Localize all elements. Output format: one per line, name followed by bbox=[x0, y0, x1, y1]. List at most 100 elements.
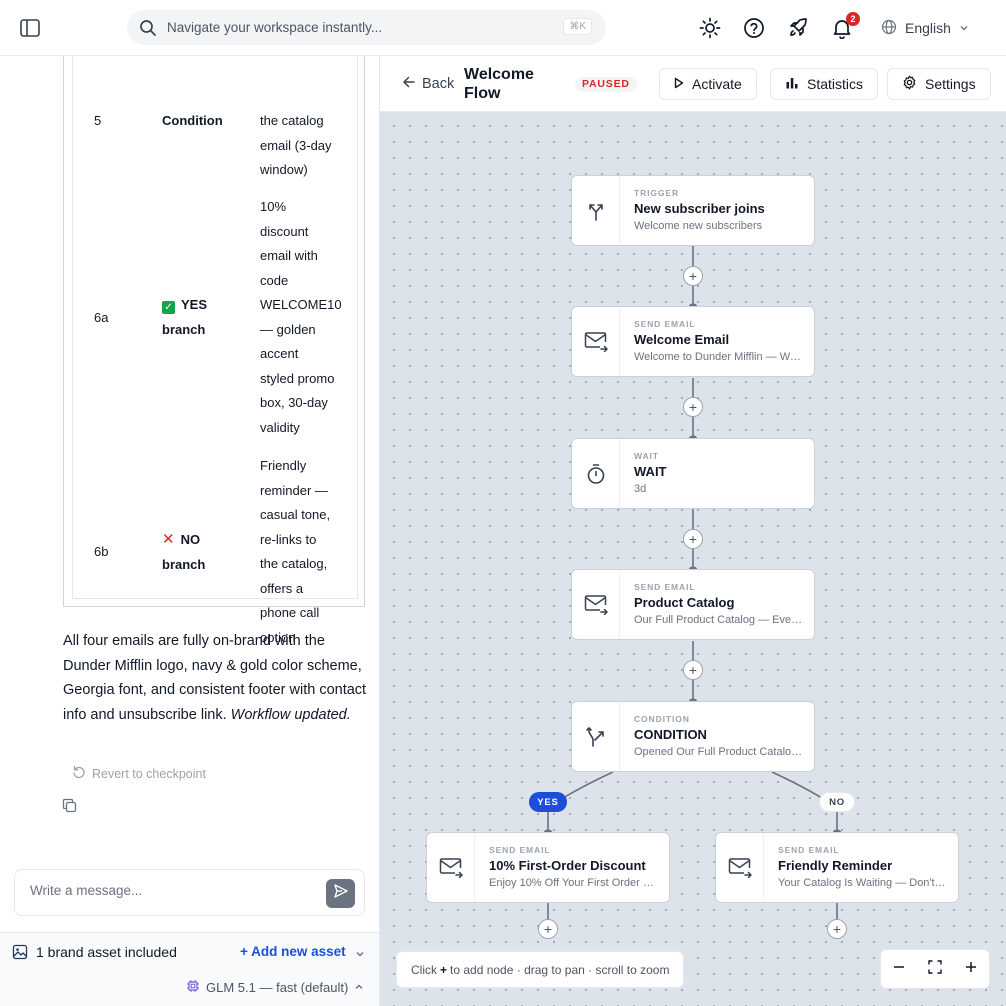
add-node-button[interactable]: + bbox=[683, 397, 703, 417]
flow-node-send-email[interactable]: SEND EMAIL Product Catalog Our Full Prod… bbox=[571, 569, 815, 640]
desc-line: window) bbox=[260, 162, 308, 177]
node-subtitle: 3d bbox=[634, 483, 647, 495]
settings-label: Settings bbox=[925, 76, 976, 92]
add-node-button[interactable]: + bbox=[683, 529, 703, 549]
revert-checkpoint-button[interactable]: Revert to checkpoint bbox=[72, 765, 206, 782]
play-icon bbox=[674, 76, 684, 92]
bar-chart-icon bbox=[785, 76, 799, 93]
settings-button[interactable]: Settings bbox=[887, 68, 991, 100]
check-mark-icon: ✓ bbox=[162, 301, 175, 314]
condition-line: YES bbox=[181, 297, 208, 312]
workflow-table-card: 5 Condition the catalog email (3-day win… bbox=[63, 56, 365, 645]
desc-line: code bbox=[260, 272, 289, 288]
top-bar: Navigate your workspace instantly... ⌘K … bbox=[0, 0, 1006, 56]
node-subtitle: Welcome new subscribers bbox=[634, 220, 763, 232]
node-type: WAIT bbox=[634, 451, 659, 461]
add-node-button[interactable]: + bbox=[827, 919, 847, 939]
model-selector[interactable]: GLM 5.1 — fast (default) bbox=[186, 979, 364, 996]
image-icon bbox=[12, 944, 28, 960]
split-icon bbox=[572, 176, 620, 245]
language-selector[interactable]: English bbox=[881, 16, 969, 40]
globe-icon bbox=[881, 19, 897, 38]
node-title: 10% First-Order Discount bbox=[489, 858, 646, 873]
chip-icon bbox=[186, 979, 200, 996]
zoom-in-button[interactable] bbox=[959, 957, 983, 981]
desc-line: validity bbox=[260, 419, 300, 435]
send-button[interactable] bbox=[326, 879, 355, 908]
desc-line: Friendly bbox=[260, 458, 307, 473]
mail-send-icon bbox=[427, 833, 475, 902]
copy-icon[interactable] bbox=[62, 798, 78, 814]
desc-line: email with bbox=[260, 248, 318, 263]
desc-line: styled promo bbox=[260, 370, 335, 386]
search-icon bbox=[139, 18, 159, 38]
back-button[interactable]: Back bbox=[402, 75, 454, 93]
node-subtitle: Opened Our Full Product Catalog email bbox=[634, 746, 804, 758]
flow-node-wait[interactable]: WAIT WAIT 3d bbox=[571, 438, 815, 509]
message-input[interactable] bbox=[30, 883, 320, 898]
search-shortcut: ⌘K bbox=[563, 18, 592, 35]
row-description: Friendly reminder — casual tone, re-link… bbox=[260, 454, 352, 650]
condition-line: branch bbox=[162, 321, 206, 337]
timer-icon bbox=[572, 439, 620, 508]
arrow-left-icon bbox=[402, 75, 416, 93]
row-number: 6a bbox=[94, 310, 109, 325]
revert-label: Revert to checkpoint bbox=[92, 766, 206, 781]
node-subtitle: Welcome to Dunder Mifflin — We're glad y… bbox=[634, 351, 804, 363]
sidebar-toggle-icon[interactable] bbox=[18, 16, 42, 40]
add-node-button[interactable]: + bbox=[683, 660, 703, 680]
chevron-up-icon bbox=[354, 980, 364, 995]
minus-icon bbox=[893, 960, 905, 978]
notification-badge: 2 bbox=[846, 12, 860, 26]
status-badge: PAUSED bbox=[575, 77, 637, 92]
yes-branch-label: YES bbox=[529, 792, 567, 812]
notifications-bell-icon[interactable]: 2 bbox=[830, 12, 860, 40]
send-icon bbox=[333, 883, 349, 904]
flow-canvas[interactable]: TRIGGER New subscriber joins Welcome new… bbox=[380, 112, 1006, 1006]
row-number: 6b bbox=[94, 544, 109, 559]
row-condition: ✕ NO branch bbox=[162, 528, 205, 577]
add-asset-button[interactable]: + Add new asset bbox=[240, 944, 346, 959]
rocket-icon[interactable] bbox=[786, 16, 810, 40]
flow-node-trigger[interactable]: TRIGGER New subscriber joins Welcome new… bbox=[571, 175, 815, 246]
desc-line: email (3-day bbox=[260, 137, 332, 153]
flow-node-send-email[interactable]: SEND EMAIL Friendly Reminder Your Catalo… bbox=[715, 832, 959, 903]
desc-line: discount bbox=[260, 223, 309, 239]
node-title: WAIT bbox=[634, 464, 667, 479]
node-title: Welcome Email bbox=[634, 332, 730, 347]
workspace-search[interactable]: Navigate your workspace instantly... ⌘K bbox=[127, 10, 606, 45]
branch-icon bbox=[572, 702, 620, 771]
desc-line: the catalog, bbox=[260, 556, 328, 571]
assistant-message: All four emails are fully on-brand with … bbox=[63, 629, 368, 727]
theme-toggle-icon[interactable] bbox=[698, 16, 722, 40]
activate-label: Activate bbox=[692, 76, 742, 92]
help-icon[interactable] bbox=[742, 16, 766, 40]
node-type: TRIGGER bbox=[634, 188, 680, 198]
zoom-out-button[interactable] bbox=[887, 957, 911, 981]
desc-line: phone call bbox=[260, 605, 320, 620]
mail-send-icon bbox=[572, 570, 620, 639]
cross-mark-icon: ✕ bbox=[162, 531, 175, 548]
add-node-button[interactable]: + bbox=[683, 266, 703, 286]
summary-emphasis: Workflow updated. bbox=[230, 706, 351, 723]
flow-node-send-email[interactable]: SEND EMAIL Welcome Email Welcome to Dund… bbox=[571, 306, 815, 377]
chevron-down-icon bbox=[959, 20, 969, 36]
activate-button[interactable]: Activate bbox=[659, 68, 757, 100]
mail-send-icon bbox=[716, 833, 764, 902]
chevron-down-icon[interactable] bbox=[355, 946, 365, 964]
fullscreen-icon bbox=[928, 959, 942, 979]
add-node-button[interactable]: + bbox=[538, 919, 558, 939]
node-title: Friendly Reminder bbox=[778, 858, 893, 873]
desc-line: accent bbox=[260, 346, 299, 361]
statistics-button[interactable]: Statistics bbox=[770, 68, 879, 100]
flow-node-send-email[interactable]: SEND EMAIL 10% First-Order Discount Enjo… bbox=[426, 832, 670, 903]
asset-count-label: 1 brand asset included bbox=[36, 944, 177, 960]
zoom-controls bbox=[880, 949, 990, 989]
desc-line: re-links to bbox=[260, 531, 317, 547]
flow-node-condition[interactable]: CONDITION CONDITION Opened Our Full Prod… bbox=[571, 701, 815, 772]
gear-icon bbox=[902, 75, 917, 93]
fit-view-button[interactable] bbox=[923, 957, 947, 981]
flow-title: Welcome Flow bbox=[464, 66, 534, 102]
desc-line: 10% bbox=[260, 199, 287, 214]
node-subtitle: Our Full Product Catalog — Everything yo… bbox=[634, 614, 804, 626]
